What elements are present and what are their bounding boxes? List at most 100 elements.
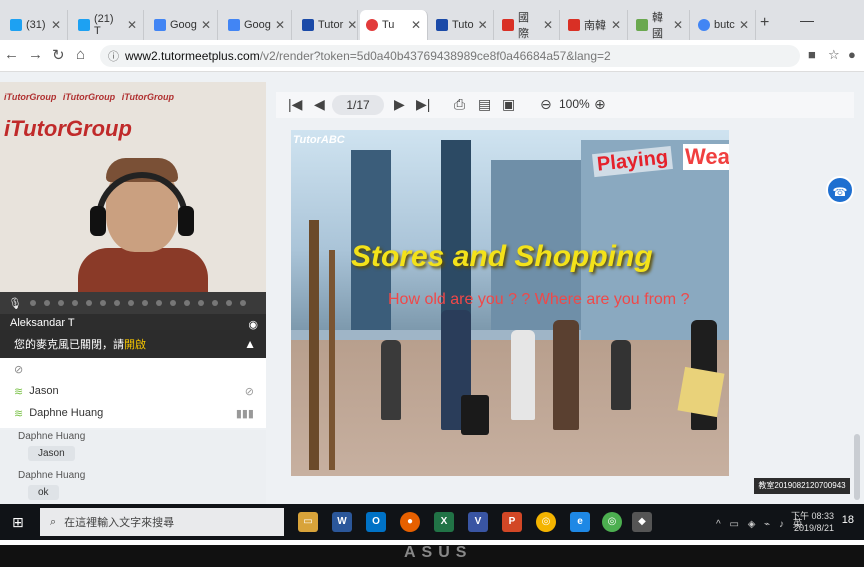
- minimize-icon[interactable]: —: [800, 12, 814, 28]
- classroom-id: 教室2019082120700943: [754, 478, 850, 494]
- signal-icon: ≋: [14, 407, 24, 420]
- mic-muted-icon[interactable]: ⊘: [14, 363, 23, 376]
- info-icon[interactable]: ⓘ: [108, 48, 119, 64]
- powerpoint-icon[interactable]: P: [502, 512, 522, 532]
- google-icon: [698, 19, 710, 31]
- ie-icon[interactable]: e: [570, 512, 590, 532]
- twitter-icon: [10, 19, 22, 31]
- home-icon[interactable]: ⌂: [76, 46, 85, 63]
- address-bar: ← → ↻ ⌂ ⓘ www2.tutormeetplus.com/v2/rend…: [0, 40, 864, 72]
- shopper-figure: [553, 320, 579, 430]
- mic-muted-icon[interactable]: ⊘: [245, 385, 254, 398]
- mic-enable-link[interactable]: 開啟: [124, 336, 146, 352]
- participant-name: Aleksandar T: [10, 317, 75, 329]
- bookmark-star-icon[interactable]: ☆: [828, 47, 840, 63]
- back-icon[interactable]: ←: [4, 46, 19, 63]
- chat-scrollbar[interactable]: [854, 434, 860, 500]
- laptop-logo: ASUS: [404, 544, 473, 561]
- level-dot: [197, 300, 204, 306]
- tab-label: 南韓: [584, 20, 606, 32]
- google-docs-icon: [154, 19, 166, 31]
- tab-google-1[interactable]: Goog ✕: [148, 10, 218, 40]
- close-icon[interactable]: ✕: [611, 18, 621, 32]
- tutor-icon: [436, 19, 448, 31]
- forward-icon[interactable]: →: [28, 46, 43, 63]
- last-page-icon[interactable]: ▶|: [416, 96, 430, 113]
- book-icon[interactable]: ▣: [502, 96, 515, 113]
- tab-active-classroom[interactable]: Tu ✕: [360, 10, 428, 40]
- close-icon[interactable]: ✕: [201, 18, 211, 32]
- new-tab-button[interactable]: +: [760, 14, 769, 32]
- chevron-up-icon[interactable]: ▲: [244, 337, 256, 351]
- level-dot: [85, 300, 92, 306]
- close-icon[interactable]: ✕: [275, 18, 285, 32]
- clock[interactable]: 下午 08:33 2019/8/21: [791, 510, 834, 534]
- prev-page-icon[interactable]: ◀: [314, 96, 325, 113]
- windows-start-icon[interactable]: ⊞: [12, 514, 24, 531]
- slide-brand: TutorABC: [293, 134, 345, 146]
- tab-tutor-1[interactable]: Tutor ✕: [296, 10, 358, 40]
- visio-icon[interactable]: V: [468, 512, 488, 532]
- chat-log: Daphne Huang Jason Daphne Huang ok: [0, 430, 266, 504]
- mic-notice-text: 您的麥克風已關閉，請: [14, 339, 124, 351]
- backdrop-text: iTutorGroup: [121, 92, 175, 102]
- tab-korea[interactable]: 韓國 ✕: [630, 10, 690, 40]
- extension-icon[interactable]: ●: [848, 47, 856, 62]
- time: 下午 08:33: [790, 511, 834, 521]
- signal-icon: ≋: [14, 385, 24, 398]
- chat-sender: Daphne Huang: [18, 470, 86, 481]
- tab-news-2[interactable]: 南韓 ✕: [562, 10, 628, 40]
- backdrop-logo: iTutorGroup: [4, 116, 132, 141]
- list-item: ⊘: [0, 358, 266, 380]
- chrome-icon[interactable]: ◎: [536, 512, 556, 532]
- screen: (31) ✕ (21) T ✕ Goog ✕ Goog ✕ Tutor ✕ Tu ✕ Tu…: [0, 0, 864, 545]
- participant-name: Daphne Huang: [29, 407, 104, 419]
- tab-label: (21) T: [94, 13, 114, 37]
- close-icon[interactable]: ✕: [673, 18, 683, 32]
- export-icon[interactable]: ⎙: [454, 96, 465, 113]
- taskbar-search[interactable]: ⌕ 在這裡輸入文字來搜尋: [40, 508, 284, 536]
- app-icon[interactable]: ◆: [632, 512, 652, 532]
- close-icon[interactable]: ✕: [51, 18, 61, 32]
- url-input[interactable]: ⓘ www2.tutormeetplus.com/v2/render?token…: [100, 45, 800, 67]
- close-icon[interactable]: ✕: [739, 18, 749, 32]
- level-dot: [43, 300, 50, 306]
- chrome-active-icon[interactable]: ◎: [602, 512, 622, 532]
- tree-trunk: [329, 250, 335, 470]
- close-icon[interactable]: ✕: [543, 18, 553, 32]
- tab-tutor-2[interactable]: Tuto ✕: [430, 10, 494, 40]
- tab-twitter-1[interactable]: (31) ✕: [4, 10, 68, 40]
- first-page-icon[interactable]: |◀: [288, 96, 302, 113]
- tab-google-search[interactable]: butc ✕: [692, 10, 756, 40]
- slide-toolbar: |◀ ◀ 1/17 ▶ ▶| ⎙ ▤ ▣ ⊖ 100% ⊕: [276, 92, 854, 118]
- zoom-in-icon[interactable]: ⊕: [594, 96, 606, 113]
- tab-label: 國際: [518, 12, 529, 40]
- microphone-icon[interactable]: 🎙: [8, 297, 22, 310]
- zoom-out-icon[interactable]: ⊖: [540, 96, 552, 113]
- reload-icon[interactable]: ↻: [52, 46, 65, 64]
- recording-icon: [366, 19, 378, 31]
- notification-icon[interactable]: 18: [842, 514, 854, 526]
- word-icon[interactable]: W: [332, 512, 352, 532]
- close-icon[interactable]: ✕: [478, 18, 488, 32]
- tab-twitter-2[interactable]: (21) T ✕: [72, 10, 144, 40]
- camera-icon[interactable]: ■: [808, 47, 816, 62]
- tab-label: Tutor: [318, 19, 344, 31]
- document-icon[interactable]: ▤: [478, 96, 491, 113]
- firefox-icon[interactable]: ●: [400, 512, 420, 532]
- outlook-icon[interactable]: O: [366, 512, 386, 532]
- headset-ear-right: [178, 206, 194, 236]
- excel-icon[interactable]: X: [434, 512, 454, 532]
- chat-text: ok: [28, 485, 59, 500]
- next-page-icon[interactable]: ▶: [394, 96, 405, 113]
- level-dot: [71, 300, 78, 306]
- shopping-bag: [677, 366, 725, 418]
- audio-level-bar: 🎙: [0, 292, 266, 314]
- file-explorer-icon[interactable]: ▭: [298, 512, 318, 532]
- close-icon[interactable]: ✕: [127, 18, 137, 32]
- close-icon[interactable]: ✕: [347, 18, 357, 32]
- support-icon[interactable]: ☎: [826, 176, 854, 204]
- tab-news-1[interactable]: 國際 ✕: [496, 10, 560, 40]
- tab-google-2[interactable]: Goog ✕: [222, 10, 292, 40]
- close-icon[interactable]: ✕: [411, 18, 421, 32]
